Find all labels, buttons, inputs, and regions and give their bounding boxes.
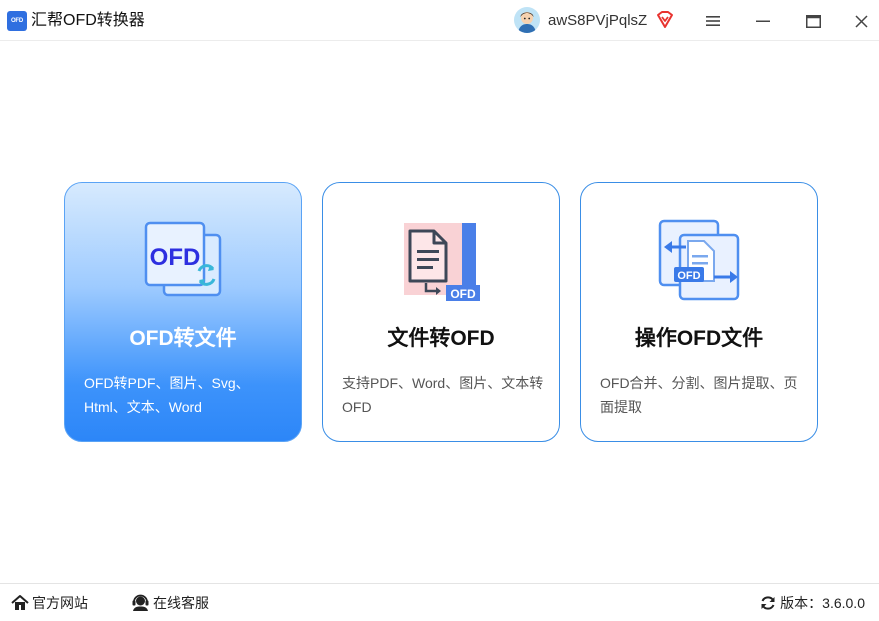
minimize-button[interactable] <box>750 8 776 34</box>
close-button[interactable] <box>848 8 874 34</box>
official-website-link[interactable]: 官方网站 <box>11 593 88 613</box>
card-ofd-to-file[interactable]: OFD OFD转文件 OFD转PDF、图片、Svg、Html、文本、Word <box>64 182 302 442</box>
menu-button[interactable] <box>700 8 726 34</box>
username[interactable]: awS8PVjPqlsZ <box>548 11 647 31</box>
card-icon-text: OFD <box>150 244 201 271</box>
ofd-to-file-icon: OFD <box>142 219 226 303</box>
card-ofd-operate[interactable]: OFD 操作OFD文件 OFD合并、分割、图片提取、页面提取 <box>580 182 818 442</box>
close-icon <box>854 14 868 28</box>
card-title: OFD转文件 <box>129 327 237 350</box>
version-info: 版本：3.6.0.0 <box>760 593 865 613</box>
menu-icon <box>706 16 720 26</box>
refresh-icon[interactable] <box>760 595 776 611</box>
avatar[interactable] <box>514 7 540 33</box>
online-service-link[interactable]: 在线客服 <box>131 593 209 613</box>
file-to-ofd-icon: OFD <box>400 219 484 303</box>
card-icon-text: OFD <box>450 287 476 301</box>
ofd-operate-icon: OFD <box>658 219 742 303</box>
status-bar: 官方网站 在线客服 版本：3.6.0.0 <box>0 583 879 621</box>
card-description: OFD合并、分割、图片提取、页面提取 <box>600 375 798 415</box>
headset-icon <box>132 594 149 611</box>
app-title: 汇帮OFD转换器 <box>31 12 145 29</box>
card-description: OFD转PDF、图片、Svg、Html、文本、Word <box>84 375 250 415</box>
diamond-icon[interactable] <box>655 10 675 30</box>
card-title: 文件转OFD <box>387 327 495 350</box>
card-icon-text: OFD <box>677 270 700 282</box>
title-bar: OFD 汇帮OFD转换器 awS8PVjPqlsZ <box>0 0 879 41</box>
avatar-icon <box>514 7 540 33</box>
card-title: 操作OFD文件 <box>634 327 764 350</box>
home-icon <box>11 595 29 610</box>
maximize-icon <box>805 14 821 28</box>
card-file-to-ofd[interactable]: OFD 文件转OFD 支持PDF、Word、图片、文本转OFD <box>322 182 560 442</box>
official-website-label: 官方网站 <box>32 595 88 611</box>
maximize-button[interactable] <box>800 8 826 34</box>
online-service-label: 在线客服 <box>153 595 209 611</box>
minimize-icon <box>756 20 770 22</box>
version-label: 版本：3.6.0.0 <box>780 595 865 611</box>
app-logo: OFD <box>7 11 27 31</box>
card-description: 支持PDF、Word、图片、文本转OFD <box>342 375 544 415</box>
